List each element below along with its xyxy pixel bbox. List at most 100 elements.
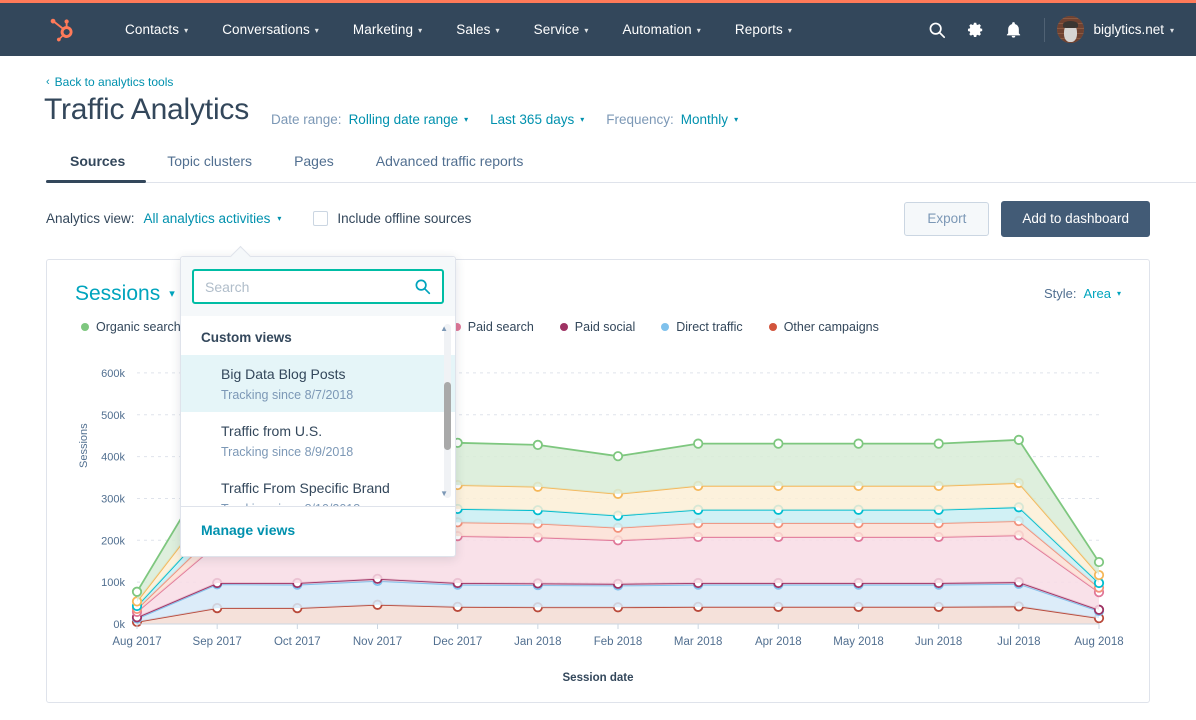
x-axis-tick-label: Oct 2017 bbox=[274, 636, 321, 648]
date-range-type-dropdown[interactable]: Rolling date range ▾ bbox=[349, 112, 469, 127]
y-axis-tick-label: 600k bbox=[101, 367, 125, 379]
metric-dropdown[interactable]: Sessions ▾ bbox=[75, 282, 175, 306]
legend-label: Paid search bbox=[468, 320, 534, 334]
dropdown-search-box[interactable] bbox=[192, 269, 444, 304]
add-to-dashboard-button[interactable]: Add to dashboard bbox=[1001, 201, 1150, 237]
style-dropdown[interactable]: Area ▾ bbox=[1084, 286, 1121, 301]
nav-item-contacts[interactable]: Contacts ▾ bbox=[108, 22, 205, 37]
search-icon[interactable] bbox=[918, 11, 956, 49]
date-range-period-control: Last 365 days ▾ bbox=[490, 112, 584, 127]
dropdown-item-name: Traffic from U.S. bbox=[221, 421, 435, 442]
legend-color-dot bbox=[769, 323, 777, 331]
chevron-down-icon: ▾ bbox=[580, 115, 584, 124]
x-axis-tick-label: Aug 2018 bbox=[1074, 636, 1123, 648]
nav-item-label: Service bbox=[534, 22, 580, 37]
navbar-menu: Contacts ▾ Conversations ▾ Marketing ▾ S… bbox=[108, 22, 809, 37]
analytics-view-dropdown[interactable]: All analytics activities ▾ bbox=[144, 211, 282, 226]
chart-data-point[interactable] bbox=[133, 587, 141, 595]
legend-item-direct-traffic[interactable]: Direct traffic bbox=[661, 320, 742, 334]
include-offline-sources-checkbox[interactable]: Include offline sources bbox=[313, 211, 471, 226]
chart-data-point[interactable] bbox=[614, 451, 622, 459]
include-offline-sources-label: Include offline sources bbox=[337, 211, 471, 226]
bell-icon[interactable] bbox=[994, 11, 1032, 49]
navbar-divider bbox=[1044, 18, 1045, 42]
chart-data-point[interactable] bbox=[534, 440, 542, 448]
back-to-analytics-tools-link[interactable]: ‹ Back to analytics tools bbox=[46, 75, 173, 89]
legend-item-paid-social[interactable]: Paid social bbox=[560, 320, 635, 334]
nav-item-conversations[interactable]: Conversations ▾ bbox=[205, 22, 336, 37]
legend-item-paid-search[interactable]: Paid search bbox=[453, 320, 534, 334]
chevron-down-icon: ▾ bbox=[1170, 26, 1174, 35]
account-menu[interactable]: biglytics.net ▾ bbox=[1093, 22, 1174, 37]
search-icon[interactable] bbox=[414, 278, 431, 295]
chart-data-point[interactable] bbox=[774, 439, 782, 447]
gear-icon[interactable] bbox=[956, 11, 994, 49]
dropdown-footer: Manage views bbox=[181, 506, 455, 556]
dropdown-scrollbar-thumb[interactable] bbox=[444, 382, 451, 450]
checkbox-box bbox=[313, 211, 328, 226]
dropdown-item-traffic-from-us[interactable]: Traffic from U.S. Tracking since 8/9/201… bbox=[181, 412, 455, 469]
dropdown-item-subtitle: Tracking since 8/7/2018 bbox=[221, 388, 435, 402]
avatar[interactable] bbox=[1057, 16, 1084, 43]
nav-item-label: Reports bbox=[735, 22, 783, 37]
nav-item-automation[interactable]: Automation ▾ bbox=[605, 22, 717, 37]
chevron-down-icon: ▾ bbox=[315, 26, 319, 35]
dropdown-section-title: Custom views bbox=[181, 316, 455, 355]
manage-views-link[interactable]: Manage views bbox=[201, 522, 295, 538]
export-button[interactable]: Export bbox=[904, 202, 989, 236]
chevron-down-icon: ▾ bbox=[418, 26, 422, 35]
chart-data-point[interactable] bbox=[1015, 435, 1023, 443]
toolbar-actions: Export Add to dashboard bbox=[904, 201, 1150, 237]
chart-data-point[interactable] bbox=[1095, 557, 1103, 565]
chevron-down-icon: ▾ bbox=[277, 214, 281, 223]
date-range-period-dropdown[interactable]: Last 365 days ▾ bbox=[490, 112, 584, 127]
search-input[interactable] bbox=[205, 279, 406, 295]
x-axis-tick-label: Nov 2017 bbox=[353, 636, 402, 648]
chart-data-point[interactable] bbox=[934, 439, 942, 447]
x-axis-tick-label: Sep 2017 bbox=[193, 636, 242, 648]
x-axis-tick-label: Apr 2018 bbox=[755, 636, 802, 648]
legend-item-organic-search[interactable]: Organic search bbox=[81, 320, 181, 334]
dropdown-list[interactable]: Custom views Big Data Blog Posts Trackin… bbox=[181, 316, 455, 506]
analytics-view-dropdown-panel: Custom views Big Data Blog Posts Trackin… bbox=[180, 256, 456, 557]
scroll-up-arrow-icon[interactable]: ▲ bbox=[440, 324, 448, 333]
nav-item-reports[interactable]: Reports ▾ bbox=[718, 22, 809, 37]
tab-advanced-traffic-reports[interactable]: Advanced traffic reports bbox=[355, 153, 545, 182]
chevron-down-icon: ▾ bbox=[1117, 289, 1121, 298]
y-axis-title: Sessions bbox=[78, 423, 90, 468]
chevron-down-icon: ▾ bbox=[496, 26, 500, 35]
nav-item-label: Marketing bbox=[353, 22, 413, 37]
style-label: Style: bbox=[1044, 286, 1077, 301]
chevron-down-icon: ▾ bbox=[734, 115, 738, 124]
analytics-view-label: Analytics view: bbox=[46, 211, 135, 226]
tab-bar: Sources Topic clusters Pages Advanced tr… bbox=[46, 153, 1196, 183]
chevron-down-icon: ▾ bbox=[169, 287, 175, 300]
page-title: Traffic Analytics bbox=[44, 95, 249, 127]
y-axis-tick-label: 500k bbox=[101, 409, 125, 421]
tab-sources[interactable]: Sources bbox=[46, 153, 146, 182]
tab-topic-clusters[interactable]: Topic clusters bbox=[146, 153, 273, 182]
style-value-label: Area bbox=[1084, 286, 1111, 301]
nav-item-marketing[interactable]: Marketing ▾ bbox=[336, 22, 439, 37]
nav-item-service[interactable]: Service ▾ bbox=[517, 22, 606, 37]
chevron-down-icon: ▾ bbox=[788, 26, 792, 35]
chart-style-control: Style: Area ▾ bbox=[1044, 286, 1121, 301]
legend-color-dot bbox=[661, 323, 669, 331]
chart-data-point[interactable] bbox=[694, 439, 702, 447]
legend-color-dot bbox=[81, 323, 89, 331]
legend-item-other-campaigns[interactable]: Other campaigns bbox=[769, 320, 879, 334]
nav-item-label: Sales bbox=[456, 22, 490, 37]
scroll-down-arrow-icon[interactable]: ▼ bbox=[440, 489, 448, 498]
legend-label: Direct traffic bbox=[676, 320, 742, 334]
dropdown-search-container bbox=[181, 257, 455, 316]
hubspot-logo-icon[interactable] bbox=[50, 17, 76, 43]
nav-item-sales[interactable]: Sales ▾ bbox=[439, 22, 516, 37]
dropdown-item-subtitle: Tracking since 8/10/2018 bbox=[221, 502, 435, 506]
frequency-dropdown[interactable]: Monthly ▾ bbox=[681, 112, 738, 127]
dropdown-item-traffic-from-specific-brand[interactable]: Traffic From Specific Brand Tracking sin… bbox=[181, 469, 455, 506]
tab-pages[interactable]: Pages bbox=[273, 153, 355, 182]
dropdown-item-big-data-blog-posts[interactable]: Big Data Blog Posts Tracking since 8/7/2… bbox=[181, 355, 455, 412]
chart-data-point[interactable] bbox=[854, 439, 862, 447]
account-name-label: biglytics.net bbox=[1093, 22, 1164, 37]
nav-item-label: Contacts bbox=[125, 22, 179, 37]
